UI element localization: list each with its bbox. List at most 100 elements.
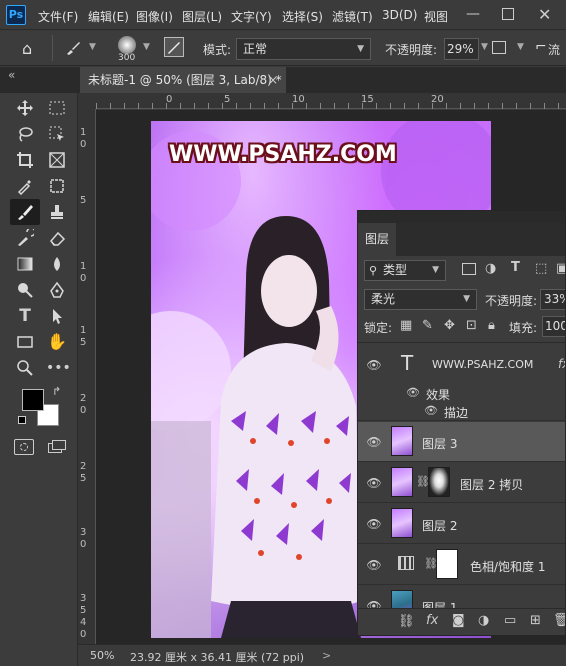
tab-layers[interactable]: 图层 xyxy=(358,223,396,256)
home-icon[interactable]: ⌂ xyxy=(22,39,32,58)
object-selection-tool-icon[interactable] xyxy=(46,123,68,145)
marquee-tool-icon[interactable] xyxy=(46,97,68,119)
layer-row-adjustment[interactable]: 👁︎ ⛓ 色相/饱和度 1 xyxy=(358,545,565,585)
document-tab[interactable]: 未标题-1 @ 50% (图层 3, Lab/8) * × xyxy=(80,67,286,93)
chevron-down-icon[interactable]: ▼ xyxy=(517,42,524,52)
menu-select[interactable]: 选择(S) xyxy=(282,8,323,25)
layer-mask-thumbnail[interactable] xyxy=(428,467,450,497)
pen-tool-icon[interactable] xyxy=(46,279,68,301)
collapse-panel-icon[interactable]: « xyxy=(8,68,15,82)
zoom-tool-icon[interactable] xyxy=(14,357,36,379)
effects-eye-icon[interactable]: 👁︎ xyxy=(406,386,420,399)
dodge-tool-icon[interactable] xyxy=(14,279,36,301)
layer-row-text[interactable]: 👁︎ T WWW.PSAHZ.COM fx xyxy=(358,345,565,385)
new-adjustment-icon[interactable]: ◑ xyxy=(478,613,489,628)
zoom-level[interactable]: 50% xyxy=(90,649,114,662)
more-tools-icon[interactable]: ••• xyxy=(46,357,71,379)
visibility-eye-icon[interactable]: 👁︎ xyxy=(366,475,382,491)
lock-image-icon[interactable]: ✎ xyxy=(422,318,433,333)
layer-row-selected[interactable]: 👁︎ 图层 3 xyxy=(358,422,565,462)
lock-position-icon[interactable]: ✥ xyxy=(444,318,455,333)
patch-tool-icon[interactable] xyxy=(46,175,68,197)
lock-transparent-icon[interactable]: ▦ xyxy=(400,318,412,333)
chevron-down-icon[interactable]: ▼ xyxy=(143,42,150,52)
menu-type[interactable]: 文字(Y) xyxy=(231,8,272,25)
horizontal-ruler[interactable]: 0 5 10 15 20 xyxy=(96,93,566,109)
menu-filter[interactable]: 滤镜(T) xyxy=(332,8,373,25)
pressure-opacity-icon[interactable] xyxy=(492,41,506,54)
filter-type-icon[interactable]: T xyxy=(511,260,520,275)
delete-layer-icon[interactable]: 🗑︎ xyxy=(553,613,565,628)
default-colors-icon[interactable] xyxy=(18,416,26,424)
layer-row[interactable]: 👁︎ ⛓ 图层 2 拷贝 xyxy=(358,463,565,503)
visibility-eye-icon[interactable]: 👁︎ xyxy=(366,516,382,532)
layer-opacity-input[interactable]: 33% xyxy=(540,289,565,310)
chevron-down-icon[interactable]: ▼ xyxy=(89,42,96,52)
layer-mask-thumbnail[interactable] xyxy=(436,549,458,579)
crop-tool-icon[interactable] xyxy=(14,149,36,171)
add-fx-icon[interactable]: fx xyxy=(426,613,438,628)
menu-view[interactable]: 视图 xyxy=(424,8,448,25)
layer-effects-row[interactable]: 👁︎ 效果 xyxy=(358,385,565,403)
gradient-tool-icon[interactable] xyxy=(14,253,36,275)
history-brush-tool-icon[interactable] xyxy=(14,227,36,249)
link-layers-icon[interactable]: ⛓ xyxy=(398,614,415,629)
type-tool-icon[interactable]: T xyxy=(14,305,36,327)
filter-shape-icon[interactable]: ⬚ xyxy=(535,261,547,276)
menu-3d[interactable]: 3D(D) xyxy=(382,8,417,22)
visibility-eye-icon[interactable]: 👁︎ xyxy=(366,434,382,450)
close-tab-icon[interactable]: × xyxy=(268,67,278,93)
menu-file[interactable]: 文件(F) xyxy=(38,8,78,25)
maximize-icon[interactable] xyxy=(502,8,514,20)
add-mask-icon[interactable]: ◙ xyxy=(452,613,465,628)
eyedropper-tool-icon[interactable] xyxy=(14,175,36,197)
menu-edit[interactable]: 编辑(E) xyxy=(88,8,129,25)
hand-tool-icon[interactable]: ✋ xyxy=(46,331,68,353)
close-window-icon[interactable]: ✕ xyxy=(538,5,551,24)
foreground-color-swatch[interactable] xyxy=(22,389,44,411)
menu-layer[interactable]: 图层(L) xyxy=(182,8,222,25)
filter-adjustment-icon[interactable]: ◑ xyxy=(485,261,496,276)
filter-pixel-icon[interactable] xyxy=(462,263,476,275)
new-group-icon[interactable]: ▭ xyxy=(504,613,516,628)
fill-input[interactable]: 100% xyxy=(542,316,565,337)
blur-tool-icon[interactable] xyxy=(46,253,68,275)
opacity-input[interactable]: 29% xyxy=(444,38,479,60)
frame-tool-icon[interactable] xyxy=(46,149,68,171)
status-bar: 50% 23.92 厘米 x 36.41 厘米 (72 ppi) > xyxy=(78,644,566,666)
panel-header[interactable] xyxy=(358,211,565,223)
lock-all-icon[interactable]: 🔒︎ xyxy=(488,318,495,333)
blend-mode-dropdown[interactable]: 柔光 ▼ xyxy=(364,289,477,310)
new-layer-icon[interactable]: ⊞ xyxy=(530,613,541,628)
status-menu-arrow-icon[interactable]: > xyxy=(322,649,331,662)
brush-settings-panel-icon[interactable] xyxy=(164,37,184,57)
layer-row[interactable]: 👁︎ 图层 2 xyxy=(358,504,565,544)
vertical-ruler[interactable]: 1 0 5 1 0 1 5 2 0 2 5 3 0 3 5 4 0 xyxy=(78,109,96,644)
brush-tool-icon[interactable] xyxy=(10,199,40,225)
chevron-down-icon[interactable]: ▼ xyxy=(481,42,488,52)
swap-colors-icon[interactable]: ↱ xyxy=(52,385,61,398)
filter-smart-object-icon[interactable]: ▣ xyxy=(556,261,565,276)
visibility-eye-icon[interactable]: 👁︎ xyxy=(366,357,382,373)
hue-saturation-icon xyxy=(398,556,414,570)
brush-tool-preset-icon[interactable] xyxy=(64,39,82,60)
menu-image[interactable]: 图像(I) xyxy=(136,8,173,25)
quick-mask-icon[interactable] xyxy=(14,439,34,455)
layer-filter-dropdown[interactable]: ⚲ 类型 ▼ xyxy=(364,260,446,281)
lock-artboard-icon[interactable]: ⊡ xyxy=(466,318,477,333)
flow-icon[interactable]: ⌐ xyxy=(535,39,547,55)
stroke-eye-icon[interactable]: 👁︎ xyxy=(424,404,438,417)
mode-dropdown[interactable]: 正常 ▼ xyxy=(236,38,371,60)
move-tool-icon[interactable] xyxy=(14,97,36,119)
minimize-icon[interactable]: — xyxy=(466,6,480,22)
rectangle-tool-icon[interactable] xyxy=(14,331,36,353)
stamp-tool-icon[interactable] xyxy=(46,201,68,223)
eraser-tool-icon[interactable] xyxy=(46,227,68,249)
lasso-tool-icon[interactable] xyxy=(14,123,36,145)
screen-mode-icon[interactable] xyxy=(46,439,66,455)
visibility-eye-icon[interactable]: 👁︎ xyxy=(366,557,382,573)
layer-stroke-effect-row[interactable]: 👁︎ 描边 xyxy=(358,403,565,421)
fx-badge-icon[interactable]: fx xyxy=(558,357,565,371)
brush-preview-icon[interactable] xyxy=(118,36,136,54)
path-selection-tool-icon[interactable] xyxy=(46,305,68,327)
